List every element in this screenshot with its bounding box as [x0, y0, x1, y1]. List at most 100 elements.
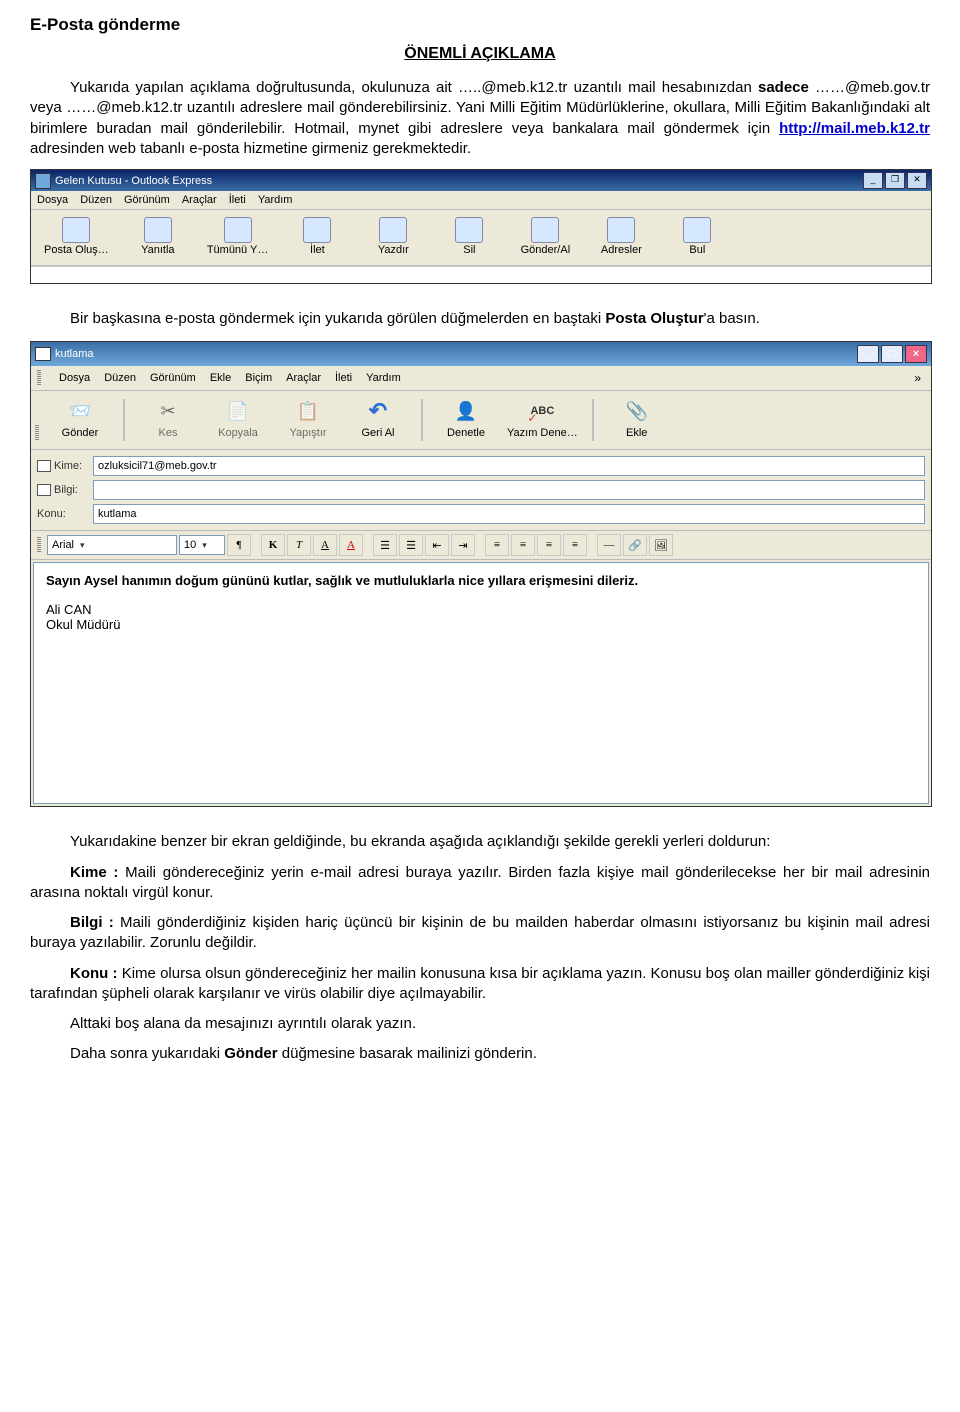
- menu-item[interactable]: Ekle: [210, 372, 231, 384]
- menu-item[interactable]: Düzen: [104, 372, 136, 384]
- reply-all-icon: [224, 217, 252, 243]
- text: Yukarıda yapılan açıklama doğrultusunda,…: [70, 79, 758, 96]
- reply-button[interactable]: Yanıtla: [122, 214, 194, 259]
- menu-item[interactable]: Görünüm: [150, 372, 196, 384]
- toolbar: Gönder Kes Kopyala Yapıştır Geri Al Dene…: [31, 391, 931, 450]
- overflow-chevron-icon[interactable]: »: [910, 371, 925, 385]
- check-button[interactable]: Denetle: [433, 395, 499, 441]
- undo-button[interactable]: Geri Al: [345, 395, 411, 441]
- text-bold: Posta Oluştur: [605, 310, 703, 327]
- spellcheck-button[interactable]: Yazım Dene…: [503, 395, 582, 441]
- sendreceive-button[interactable]: Gönder/Al: [509, 214, 581, 259]
- cut-icon: [153, 397, 183, 425]
- attach-icon: [622, 397, 652, 425]
- maximize-button[interactable]: □: [881, 345, 903, 363]
- format-bar: Arial 10 ¶ K T A A ☰ ☰ ⇤ ⇥ ≡ ≡ ≡ ≡ — 🔗 🖼: [31, 531, 931, 560]
- body-line: Okul Müdürü: [46, 617, 916, 632]
- find-icon: [683, 217, 711, 243]
- body-line: Ali CAN: [46, 602, 916, 617]
- close-button[interactable]: ×: [905, 345, 927, 363]
- paragraph-1: Yukarıda yapılan açıklama doğrultusunda,…: [30, 78, 930, 159]
- cut-button[interactable]: Kes: [135, 395, 201, 441]
- bold-button[interactable]: K: [261, 534, 285, 556]
- fontcolor-button[interactable]: A: [339, 534, 363, 556]
- align-left-button[interactable]: ≡: [485, 534, 509, 556]
- copy-button[interactable]: Kopyala: [205, 395, 271, 441]
- mail-link[interactable]: http://mail.meb.k12.tr: [779, 120, 930, 137]
- menu-item[interactable]: İleti: [335, 372, 352, 384]
- window-title: kutlama: [55, 348, 94, 360]
- subject-input[interactable]: kutlama: [93, 504, 925, 524]
- text: düğmesine basarak mailinizi gönderin.: [278, 1045, 537, 1062]
- field-label: Kime :: [70, 864, 118, 881]
- menu-item[interactable]: Görünüm: [124, 194, 170, 206]
- menu-item[interactable]: Araçlar: [286, 372, 321, 384]
- align-justify-button[interactable]: ≡: [563, 534, 587, 556]
- sendreceive-icon: [531, 217, 559, 243]
- minimize-button[interactable]: _: [863, 172, 883, 189]
- numberlist-button[interactable]: ☰: [373, 534, 397, 556]
- cc-input[interactable]: [93, 480, 925, 500]
- to-label[interactable]: Kime:: [37, 460, 93, 472]
- paragraph-kime: Kime : Maili göndereceğiniz yerin e-mail…: [30, 863, 930, 904]
- delete-button[interactable]: Sil: [433, 214, 505, 259]
- text-bold: sadece: [758, 79, 809, 96]
- field-label: Konu :: [70, 965, 118, 982]
- cc-label[interactable]: Bilgi:: [37, 484, 93, 496]
- reply-all-button[interactable]: Tümünü Y…: [198, 214, 278, 259]
- menubar: Dosya Düzen Görünüm Araçlar İleti Yardım: [31, 191, 931, 210]
- menu-item[interactable]: Dosya: [59, 372, 90, 384]
- menu-item[interactable]: İleti: [229, 194, 246, 206]
- outlook-inbox-window: Gelen Kutusu - Outlook Express _ ❐ ✕ Dos…: [30, 169, 932, 284]
- close-button[interactable]: ✕: [907, 172, 927, 189]
- fontsize-select[interactable]: 10: [179, 535, 225, 555]
- text: Maili göndereceğiniz yerin e-mail adresi…: [30, 864, 930, 901]
- minimize-button[interactable]: _: [857, 345, 879, 363]
- hr-button[interactable]: —: [597, 534, 621, 556]
- indent-button[interactable]: ⇥: [451, 534, 475, 556]
- to-input[interactable]: ozluksicil71@meb.gov.tr: [93, 456, 925, 476]
- delete-icon: [455, 217, 483, 243]
- text-bold: Gönder: [224, 1045, 277, 1062]
- print-button[interactable]: Yazdır: [357, 214, 429, 259]
- align-right-button[interactable]: ≡: [537, 534, 561, 556]
- addresses-button[interactable]: Adresler: [585, 214, 657, 259]
- text: Maili gönderdiğiniz kişiden hariç üçüncü…: [30, 914, 930, 951]
- outdent-button[interactable]: ⇤: [425, 534, 449, 556]
- bulletlist-button[interactable]: ☰: [399, 534, 423, 556]
- field-label: Bilgi :: [70, 914, 114, 931]
- contact-icon: [37, 484, 51, 496]
- menu-item[interactable]: Düzen: [80, 194, 112, 206]
- message-body[interactable]: Sayın Aysel hanımın doğum gününü kutlar,…: [33, 562, 929, 804]
- text: Daha sonra yukarıdaki: [70, 1045, 224, 1062]
- menu-item[interactable]: Yardım: [258, 194, 293, 206]
- undo-icon: [363, 397, 393, 425]
- menu-item[interactable]: Araçlar: [182, 194, 217, 206]
- addresses-icon: [607, 217, 635, 243]
- send-button[interactable]: Gönder: [47, 395, 113, 441]
- find-button[interactable]: Bul: [661, 214, 733, 259]
- contact-icon: [37, 460, 51, 472]
- spell-icon: [527, 397, 557, 425]
- insert-link-button[interactable]: 🔗: [623, 534, 647, 556]
- align-center-button[interactable]: ≡: [511, 534, 535, 556]
- forward-button[interactable]: İlet: [281, 214, 353, 259]
- grip-icon: [37, 370, 41, 386]
- paste-button[interactable]: Yapıştır: [275, 395, 341, 441]
- header-fields: Kime: ozluksicil71@meb.gov.tr Bilgi: Kon…: [31, 450, 931, 531]
- italic-button[interactable]: T: [287, 534, 311, 556]
- menu-item[interactable]: Dosya: [37, 194, 68, 206]
- menu-item[interactable]: Biçim: [245, 372, 272, 384]
- insert-image-button[interactable]: 🖼: [649, 534, 673, 556]
- subtitle: ÖNEMLİ AÇIKLAMA: [30, 45, 930, 63]
- titlebar: Gelen Kutusu - Outlook Express _ ❐ ✕: [31, 170, 931, 191]
- paste-icon: [293, 397, 323, 425]
- attach-button[interactable]: Ekle: [604, 395, 670, 441]
- underline-button[interactable]: A: [313, 534, 337, 556]
- menu-item[interactable]: Yardım: [366, 372, 401, 384]
- paragraph-3: Yukarıdakine benzer bir ekran geldiğinde…: [30, 832, 930, 852]
- font-select[interactable]: Arial: [47, 535, 177, 555]
- compose-button[interactable]: Posta Oluş…: [35, 214, 118, 259]
- maximize-button[interactable]: ❐: [885, 172, 905, 189]
- paragraph-style-button[interactable]: ¶: [227, 534, 251, 556]
